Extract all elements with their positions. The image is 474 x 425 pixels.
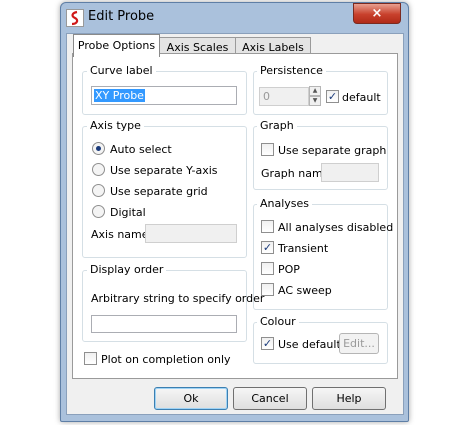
persistence-value: 0 <box>263 90 270 103</box>
all-analyses-disabled-checkbox[interactable] <box>261 220 274 233</box>
persistence-default-label: default <box>342 91 381 104</box>
graph-name-input[interactable] <box>321 163 379 182</box>
curve-label-title: Curve label <box>87 64 156 77</box>
spin-up-icon[interactable]: ▲ <box>309 86 321 96</box>
help-button[interactable]: Help <box>312 387 386 410</box>
use-default-colour-checkbox[interactable]: ✓ <box>261 337 274 350</box>
axis-type-title: Axis type <box>87 119 144 132</box>
radio-separate-y-axis[interactable] <box>92 163 105 176</box>
display-order-hint: Arbitrary string to specify order <box>91 292 265 305</box>
ok-button[interactable]: Ok <box>154 387 228 410</box>
window-title: Edit Probe <box>88 9 155 24</box>
axis-name-label: Axis name <box>91 228 149 241</box>
plot-on-completion-checkbox[interactable] <box>84 352 97 365</box>
radio-separate-y-axis-label: Use separate Y-axis <box>110 164 218 177</box>
graph-title: Graph <box>257 119 297 132</box>
persistence-input[interactable]: 0 <box>259 87 309 106</box>
use-default-colour-label: Use default <box>278 338 341 351</box>
pop-label: POP <box>278 263 300 276</box>
tab-panel-probe-options: Curve label XY Probe Persistence 0 ▲ ▼ ✓… <box>72 53 398 379</box>
radio-separate-grid-label: Use separate grid <box>110 185 208 198</box>
use-separate-graph-label: Use separate graph <box>278 144 387 157</box>
spin-down-icon[interactable]: ▼ <box>309 96 321 106</box>
curve-label-input[interactable]: XY Probe <box>91 86 237 105</box>
display-order-title: Display order <box>87 263 167 276</box>
axis-name-input[interactable] <box>145 224 237 243</box>
transient-checkbox[interactable]: ✓ <box>261 241 274 254</box>
close-icon: × <box>371 6 383 21</box>
cancel-button[interactable]: Cancel <box>233 387 307 410</box>
persistence-default-checkbox[interactable]: ✓ <box>326 90 339 103</box>
display-order-input[interactable] <box>91 315 237 333</box>
radio-digital-label: Digital <box>110 206 146 219</box>
edit-colour-button[interactable]: Edit... <box>339 333 379 354</box>
close-button[interactable]: × <box>353 3 401 24</box>
colour-title: Colour <box>257 315 299 328</box>
all-analyses-disabled-label: All analyses disabled <box>278 221 394 234</box>
ac-sweep-label: AC sweep <box>278 284 332 297</box>
persistence-title: Persistence <box>257 64 326 77</box>
app-logo-icon <box>66 9 84 27</box>
use-separate-graph-checkbox[interactable] <box>261 143 274 156</box>
radio-digital[interactable] <box>92 205 105 218</box>
transient-label: Transient <box>278 242 329 255</box>
radio-separate-grid[interactable] <box>92 184 105 197</box>
plot-on-completion-label: Plot on completion only <box>101 353 231 366</box>
analyses-title: Analyses <box>257 197 313 210</box>
tab-probe-options[interactable]: Probe Options <box>73 34 160 57</box>
pop-checkbox[interactable] <box>261 262 274 275</box>
radio-auto-select[interactable] <box>92 142 105 155</box>
curve-label-value: XY Probe <box>94 89 145 102</box>
radio-auto-select-label: Auto select <box>110 143 172 156</box>
graph-name-label: Graph name <box>261 167 330 180</box>
